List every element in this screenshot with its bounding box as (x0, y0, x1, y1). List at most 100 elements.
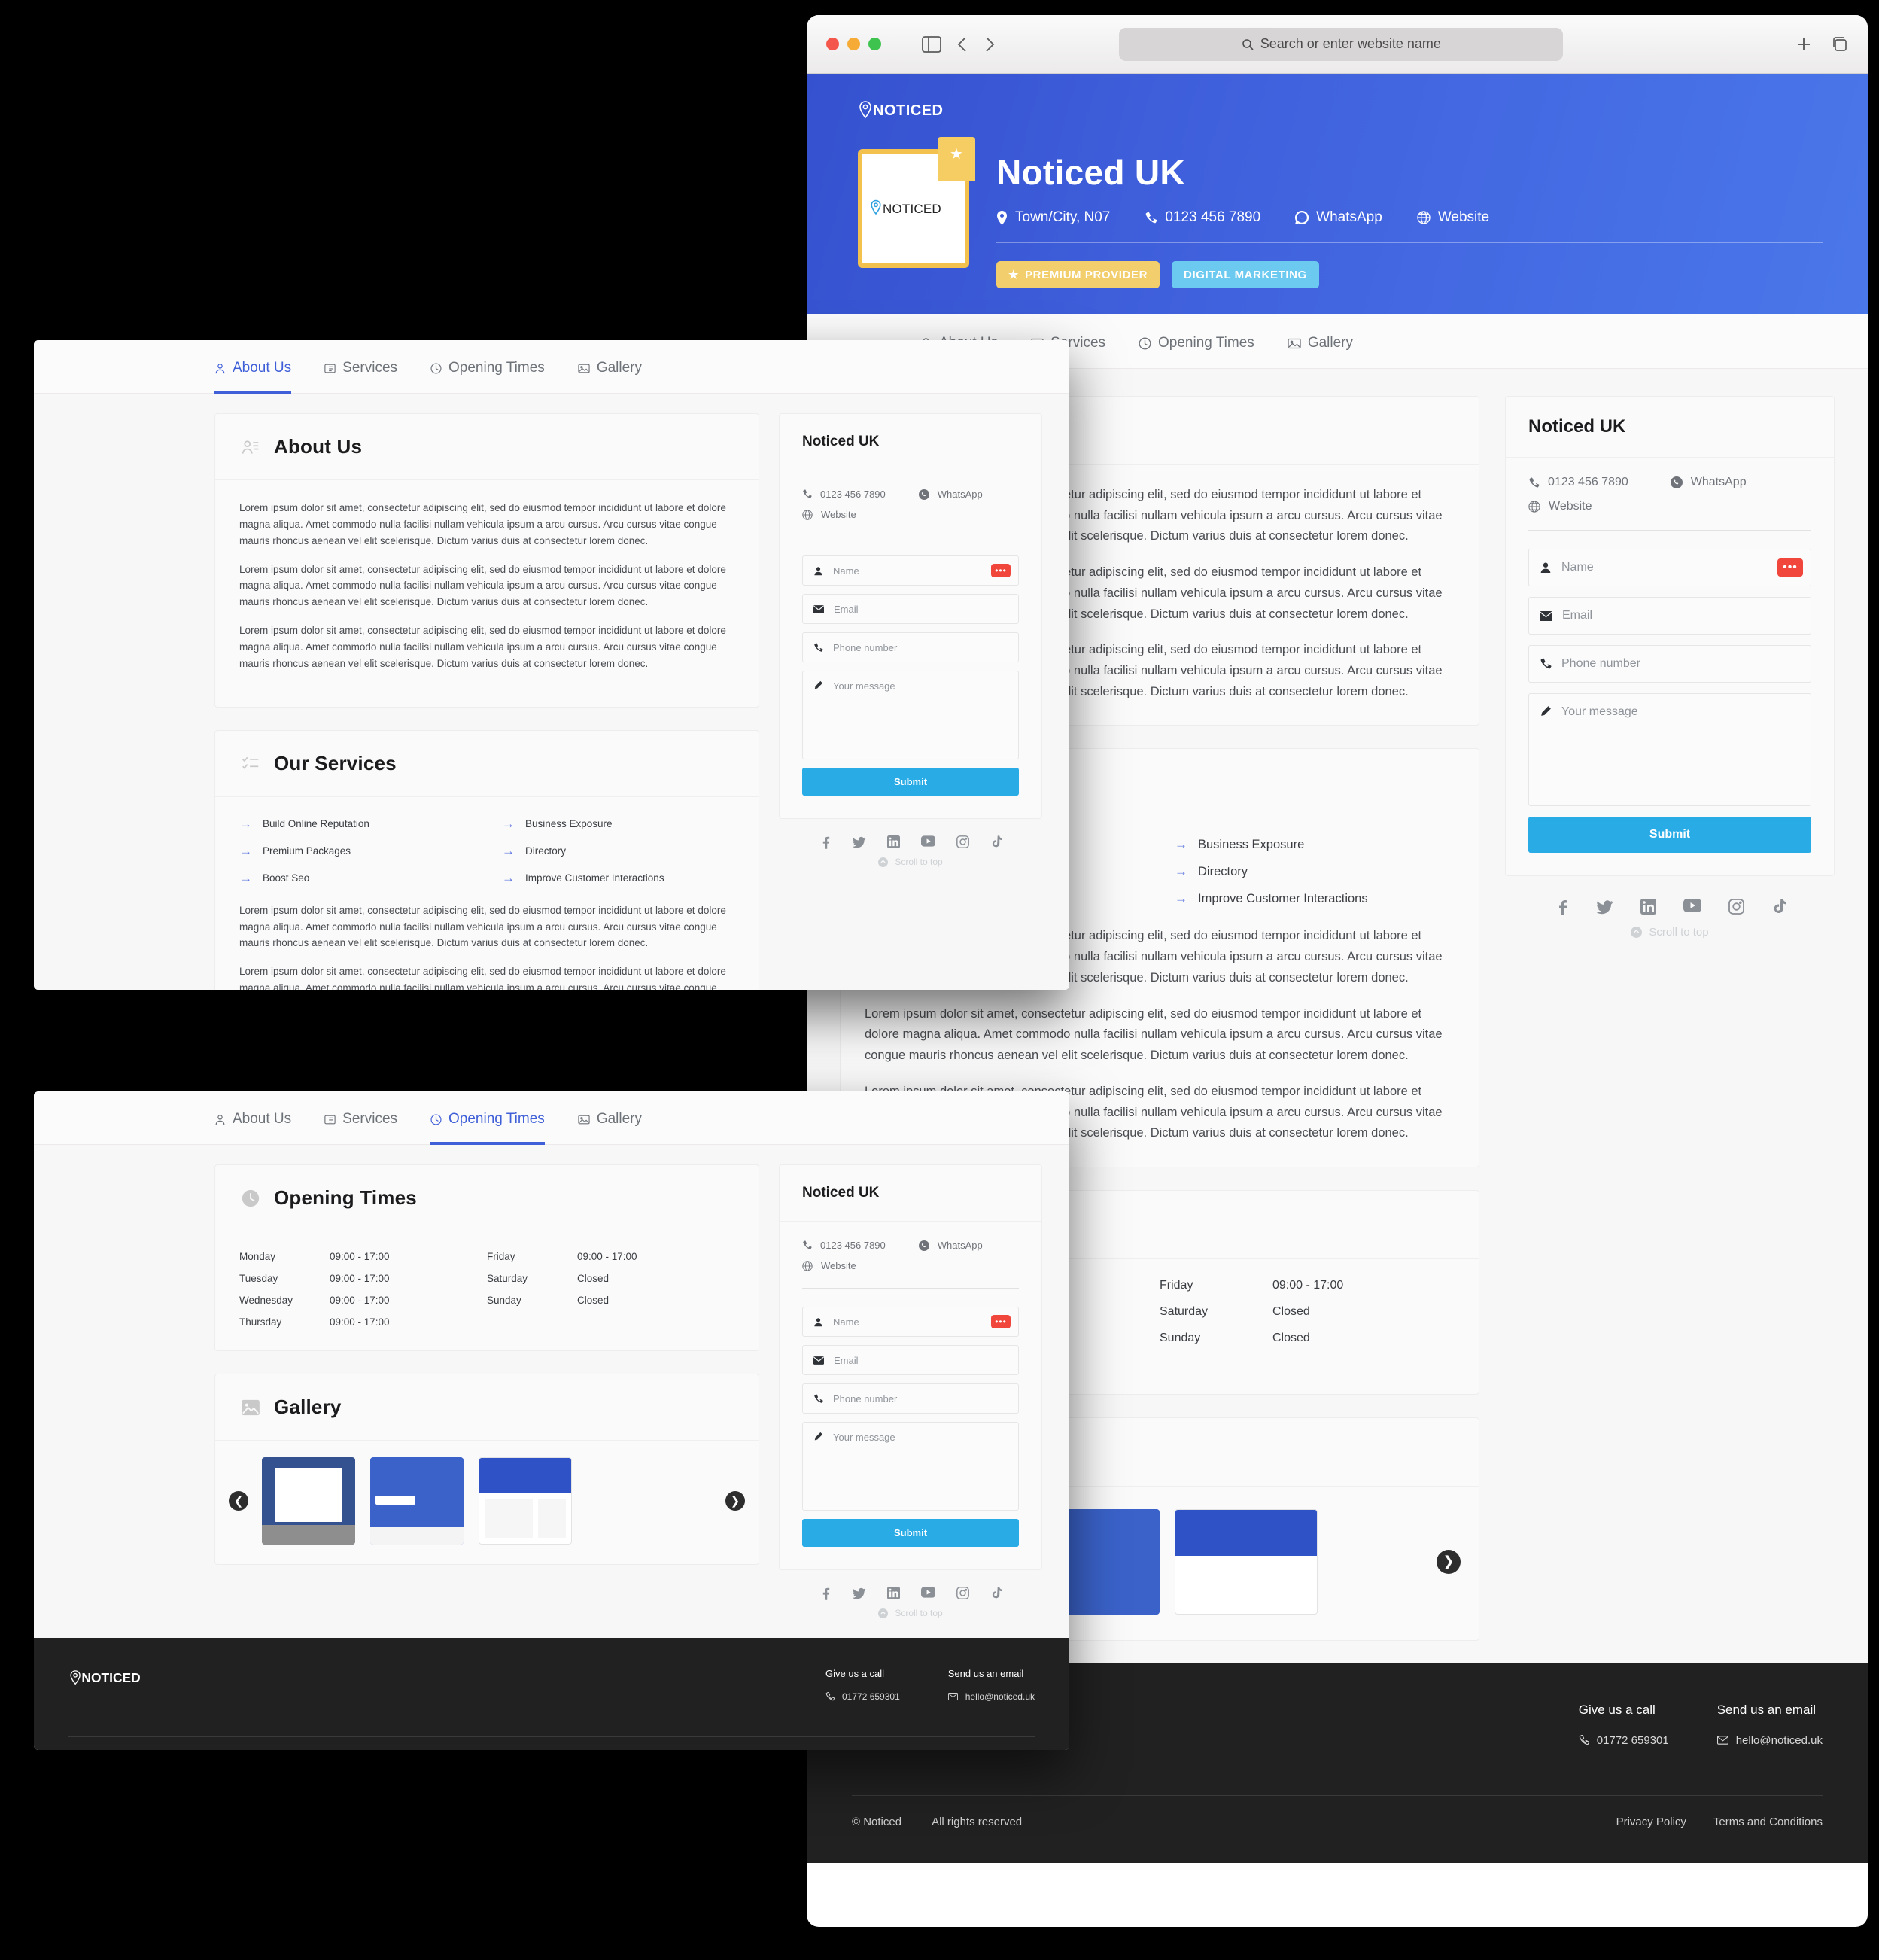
email-field[interactable]: Email (802, 594, 1019, 624)
twitter-icon[interactable] (1596, 899, 1613, 915)
site-logo[interactable]: NOTICED (807, 93, 1868, 120)
footer-logo[interactable]: NOTICED (68, 1668, 163, 1688)
gallery-thumbnail[interactable] (262, 1457, 355, 1545)
linkedin-icon[interactable] (887, 835, 900, 849)
scroll-to-top-button[interactable]: Scroll to top (779, 857, 1042, 887)
message-field[interactable]: Your message (1528, 693, 1811, 806)
contact-phone[interactable]: 0123 456 7890 (802, 1240, 886, 1251)
about-us-window[interactable]: About Us Services Opening Times Gallery (34, 340, 1069, 990)
carousel-prev-icon[interactable]: ❮ (229, 1491, 248, 1511)
tiktok-icon[interactable] (990, 1587, 1002, 1600)
twitter-icon[interactable] (853, 835, 866, 849)
gallery-thumbnail[interactable] (479, 1457, 572, 1545)
contact-whatsapp[interactable]: WhatsApp (918, 1240, 983, 1251)
phone-field[interactable]: Phone number (802, 632, 1019, 662)
linkedin-icon[interactable] (1640, 899, 1656, 915)
tiktok-icon[interactable] (1771, 899, 1786, 915)
instagram-icon[interactable] (956, 835, 969, 849)
tiktok-icon[interactable] (990, 835, 1002, 849)
contact-card: Noticed UK 0123 456 7890 WhatsApp Websit… (779, 413, 1042, 819)
sidebar-toggle-icon[interactable] (922, 35, 941, 53)
gallery-thumbnail[interactable] (370, 1457, 464, 1545)
name-field[interactable]: Name ••• (802, 1307, 1019, 1337)
new-tab-button[interactable] (1795, 36, 1812, 53)
business-website[interactable]: Website (1417, 209, 1489, 226)
contact-website[interactable]: Website (1528, 500, 1592, 513)
facebook-icon[interactable] (1555, 899, 1570, 915)
service-item: → Business Exposure (1175, 837, 1305, 852)
tab-about-us[interactable]: About Us (214, 1111, 291, 1144)
instagram-icon[interactable] (956, 1587, 969, 1600)
footer-email[interactable]: hello@noticed.uk (947, 1691, 1035, 1702)
arrow-up-circle-icon (1631, 927, 1643, 938)
page-content: Opening Times Monday 09:00 - 17:00 Frida… (34, 1145, 1069, 1638)
submit-button[interactable]: Submit (802, 1519, 1019, 1547)
tab-opening-times[interactable]: Opening Times (430, 1111, 545, 1145)
contact-website[interactable]: Website (802, 509, 856, 520)
phone-field[interactable]: Phone number (802, 1383, 1019, 1414)
contact-whatsapp[interactable]: WhatsApp (918, 488, 983, 500)
minimize-window-button[interactable] (847, 38, 860, 50)
submit-button[interactable]: Submit (802, 768, 1019, 796)
pencil-icon (813, 1432, 823, 1441)
main-column: Opening Times Monday 09:00 - 17:00 Frida… (214, 1164, 759, 1587)
password-manager-icon[interactable]: ••• (1777, 558, 1803, 577)
facebook-icon[interactable] (819, 835, 832, 849)
tab-about-us[interactable]: About Us (214, 360, 292, 394)
twitter-icon[interactable] (853, 1587, 866, 1600)
business-whatsapp[interactable]: WhatsApp (1295, 209, 1382, 226)
tab-gallery[interactable]: Gallery (1288, 335, 1353, 368)
service-item: → Directory (1175, 864, 1248, 879)
carousel-next-icon[interactable]: ❯ (1437, 1549, 1461, 1574)
linkedin-icon[interactable] (887, 1587, 900, 1600)
tab-opening-times[interactable]: Opening Times (1139, 335, 1254, 368)
terms-link[interactable]: Terms and Conditions (1713, 1815, 1823, 1828)
submit-button[interactable]: Submit (1528, 817, 1811, 853)
carousel-next-icon[interactable]: ❯ (725, 1491, 745, 1511)
privacy-policy-link[interactable]: Privacy Policy (1616, 1815, 1686, 1828)
phone-field[interactable]: Phone number (1528, 645, 1811, 683)
gallery-thumbnail[interactable] (1175, 1508, 1318, 1615)
day-label: Saturday (487, 1273, 528, 1284)
phone-icon (802, 489, 812, 499)
footer-phone[interactable]: 01772 659301 (825, 1691, 900, 1702)
scroll-to-top-button[interactable]: Scroll to top (779, 1608, 1042, 1638)
contact-website[interactable]: Website (802, 1260, 856, 1271)
youtube-icon[interactable] (921, 835, 935, 849)
business-phone[interactable]: 0123 456 7890 (1145, 209, 1260, 226)
back-button[interactable] (956, 35, 968, 53)
window-controls[interactable] (826, 38, 881, 50)
footer-email[interactable]: hello@noticed.uk (1716, 1734, 1823, 1747)
email-field[interactable]: Email (1528, 597, 1811, 635)
instagram-icon[interactable] (1728, 899, 1744, 915)
youtube-icon[interactable] (1683, 899, 1701, 915)
maximize-window-button[interactable] (868, 38, 881, 50)
contact-phone[interactable]: 0123 456 7890 (1528, 476, 1628, 489)
opening-times-window[interactable]: About Us Services Opening Times Gallery (34, 1091, 1069, 1750)
contact-whatsapp[interactable]: WhatsApp (1670, 476, 1747, 489)
close-window-button[interactable] (826, 38, 839, 50)
tab-services[interactable]: Services (324, 360, 397, 393)
facebook-icon[interactable] (819, 1587, 832, 1600)
password-manager-icon[interactable]: ••• (991, 1315, 1011, 1328)
footer-phone[interactable]: 01772 659301 (1579, 1734, 1669, 1747)
tab-services[interactable]: Services (324, 1111, 397, 1144)
tab-overview-button[interactable] (1832, 36, 1848, 53)
message-field[interactable]: Your message (802, 1422, 1019, 1511)
tab-gallery[interactable]: Gallery (578, 1111, 642, 1144)
about-title: About Us (274, 435, 363, 458)
password-manager-icon[interactable]: ••• (991, 564, 1011, 577)
scroll-to-top-button[interactable]: Scroll to top (1505, 926, 1835, 958)
tab-gallery[interactable]: Gallery (578, 360, 642, 393)
email-field[interactable]: Email (802, 1345, 1019, 1375)
contact-phone[interactable]: 0123 456 7890 (802, 488, 886, 500)
tab-opening-times[interactable]: Opening Times (430, 360, 545, 393)
address-bar[interactable]: Search or enter website name (1119, 27, 1564, 61)
main-column: About Us Lorem ipsum dolor sit amet, con… (214, 413, 759, 990)
forward-button[interactable] (984, 35, 996, 53)
message-field[interactable]: Your message (802, 671, 1019, 759)
name-field[interactable]: Name ••• (1528, 549, 1811, 586)
name-field[interactable]: Name ••• (802, 555, 1019, 586)
about-us-card: About Us Lorem ipsum dolor sit amet, con… (214, 413, 759, 708)
youtube-icon[interactable] (921, 1587, 935, 1600)
